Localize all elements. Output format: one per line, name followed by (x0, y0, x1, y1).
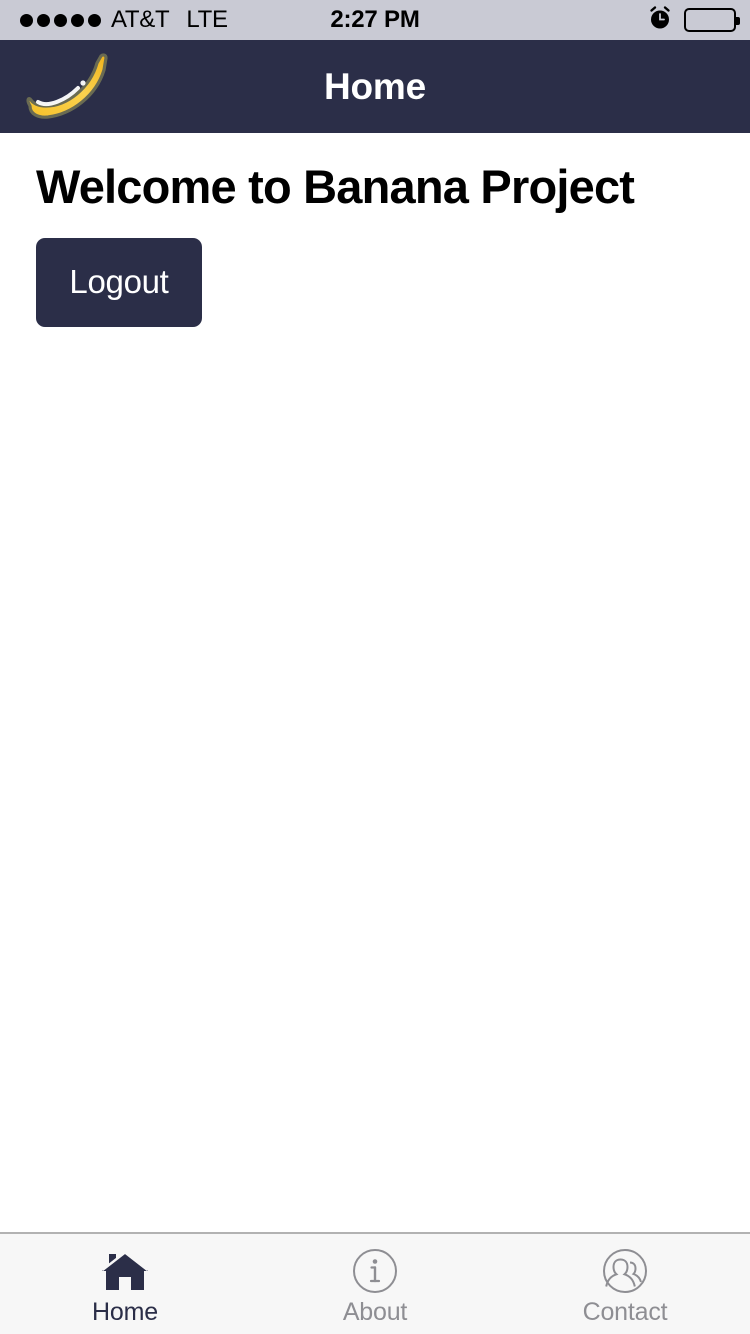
tab-contact[interactable]: Contact (500, 1234, 750, 1334)
people-circle-icon (601, 1247, 649, 1295)
tab-label-home: Home (92, 1298, 158, 1326)
alarm-clock-icon (647, 5, 673, 36)
page-title: Home (324, 65, 426, 107)
tab-label-about: About (342, 1298, 408, 1326)
tab-label-contact: Contact (582, 1298, 668, 1326)
tab-about[interactable]: About (250, 1234, 500, 1334)
info-circle-icon (351, 1247, 399, 1295)
bottom-tab-bar: Home About Contact (0, 1232, 750, 1334)
welcome-heading: Welcome to Banana Project (36, 160, 635, 213)
status-bar: AT&T LTE 2:27 PM (0, 0, 750, 40)
banana-logo-icon (18, 48, 122, 126)
battery-icon (684, 8, 740, 32)
home-icon (100, 1247, 150, 1295)
status-bar-right (647, 5, 740, 36)
navigation-bar: Home (0, 40, 750, 133)
tab-home[interactable]: Home (0, 1234, 250, 1334)
status-bar-clock: 2:27 PM (330, 6, 420, 33)
main-content: Welcome to Banana Project Logout (0, 133, 750, 1232)
app-screen: AT&T LTE 2:27 PM Home Welcome to Banana … (0, 0, 750, 1334)
logout-button[interactable]: Logout (36, 237, 202, 327)
